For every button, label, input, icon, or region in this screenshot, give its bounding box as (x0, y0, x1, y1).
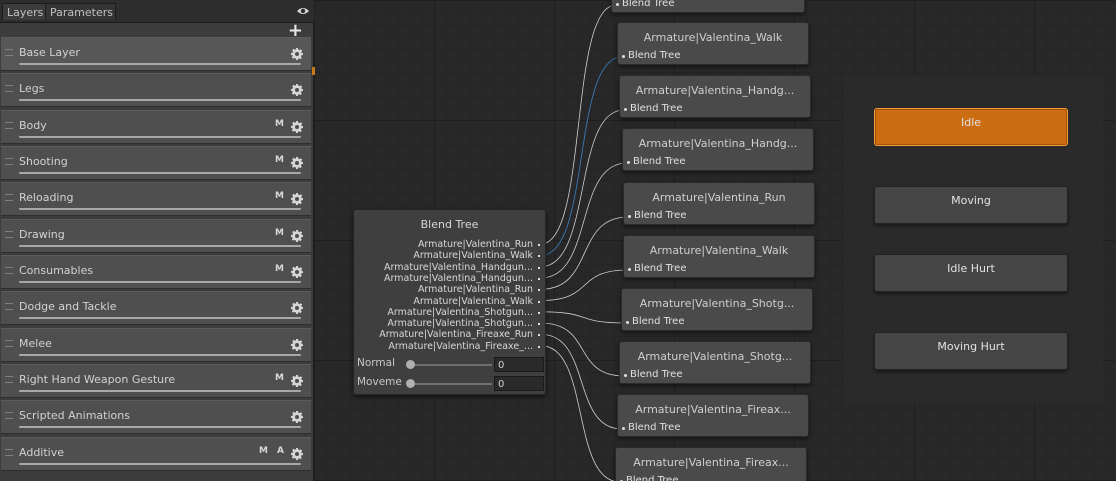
motion-wire (540, 109, 625, 267)
blend-tree-node[interactable]: Blend Tree Armature|Valentina_Run Armatur… (353, 209, 546, 395)
motion-node-title: Armature|Valentina_Handg... (635, 84, 795, 97)
blend-tree-motion-port[interactable]: Armature|Valentina_Run (418, 284, 541, 295)
motion-node[interactable]: Armature|Valentina_Handg... Blend Tree (622, 128, 814, 171)
blend-tree-motion-port[interactable]: Armature|Valentina_Fireaxe_Run (379, 329, 540, 340)
blend-tree-motion-port[interactable]: Armature|Valentina_Handgun... (384, 262, 540, 273)
motion-node-title: Armature|Valentina_Walk (649, 244, 789, 257)
motion-node[interactable]: Armature|Valentina_Shotg... Blend Tree (619, 341, 811, 384)
state-node[interactable]: Moving (874, 186, 1068, 224)
motion-node-type: Blend Tree (622, 422, 681, 433)
motion-wire (540, 56, 623, 256)
motion-node[interactable]: Armature|Valentina_Walk Blend Tree (617, 22, 809, 65)
parameter-name: Moveme (357, 376, 402, 388)
slider-knob[interactable] (406, 360, 415, 369)
motion-node-title: Armature|Valentina_Shotg... (639, 297, 795, 310)
motion-node-type: Blend Tree (620, 475, 679, 481)
motion-node-title: Armature|Valentina_Run (652, 191, 786, 204)
motion-node[interactable]: Armature|Valentina_Fireax... Blend Tree (615, 447, 807, 481)
motion-node-type: Blend Tree (628, 210, 687, 221)
blend-tree-motion-port[interactable]: Armature|Valentina_Fireaxe_... (388, 341, 540, 352)
motion-node-type: Blend Tree (627, 156, 686, 167)
blend-tree-motion-port[interactable]: Armature|Valentina_Shotgun... (387, 307, 540, 318)
blend-tree-title: Blend Tree (420, 218, 479, 231)
motion-node[interactable]: Armature|Valentina_Run Blend Tree (623, 182, 815, 225)
motion-node[interactable]: Armature|Valentina_Shotg... Blend Tree (621, 288, 813, 331)
motion-node[interactable]: Armature|Valentina_Handg... Blend Tree (619, 75, 811, 118)
motion-node-title: Armature|Valentina_Fireax... (635, 403, 791, 416)
blend-tree-motion-port[interactable]: Armature|Valentina_Handgun... (384, 273, 540, 284)
motion-node-title: Armature|Valentina_Fireax... (633, 456, 789, 469)
animator-window: Layers Parameters + Base Layer Legs Body M S… (0, 0, 1116, 481)
parameter-name: Normal (357, 357, 395, 369)
motion-node-title: Armature|Valentina_Handg... (638, 137, 798, 150)
motion-node[interactable]: Blend Tree (611, 0, 805, 13)
offscreen-wire-marker (312, 67, 315, 75)
state-node[interactable]: Idle (874, 108, 1068, 146)
blend-tree-motion-port[interactable]: Armature|Valentina_Run (418, 239, 541, 250)
motion-node-title: Armature|Valentina_Walk (643, 31, 783, 44)
motion-node-type: Blend Tree (628, 263, 687, 274)
parameter-value-field[interactable]: 0 (494, 376, 544, 391)
motion-wire (540, 216, 629, 290)
motion-node[interactable]: Armature|Valentina_Walk Blend Tree (623, 235, 815, 278)
motion-node-title: Armature|Valentina_Shotg... (637, 350, 793, 363)
motion-wire (540, 345, 617, 481)
blend-tree-motion-port[interactable]: Armature|Valentina_Walk (413, 296, 540, 307)
blend-tree-motion-port[interactable]: Armature|Valentina_Shotgun... (387, 318, 540, 329)
motion-node-type: Blend Tree (624, 369, 683, 380)
motion-node-type: Blend Tree (616, 0, 675, 9)
parameter-value-field[interactable]: 0 (494, 357, 544, 372)
motion-wire (540, 311, 627, 324)
slider-knob[interactable] (406, 379, 415, 388)
parameter-slider[interactable] (406, 360, 492, 369)
motion-node-type: Blend Tree (622, 50, 681, 61)
blend-tree-motion-port[interactable]: Armature|Valentina_Walk (413, 250, 540, 261)
motion-node-type: Blend Tree (624, 103, 683, 114)
state-node[interactable]: Moving Hurt (874, 332, 1068, 370)
parameter-slider[interactable] (406, 379, 492, 388)
motion-node-type: Blend Tree (626, 316, 685, 327)
motion-node[interactable]: Armature|Valentina_Fireax... Blend Tree (617, 394, 809, 437)
state-node[interactable]: Idle Hurt (874, 254, 1068, 292)
